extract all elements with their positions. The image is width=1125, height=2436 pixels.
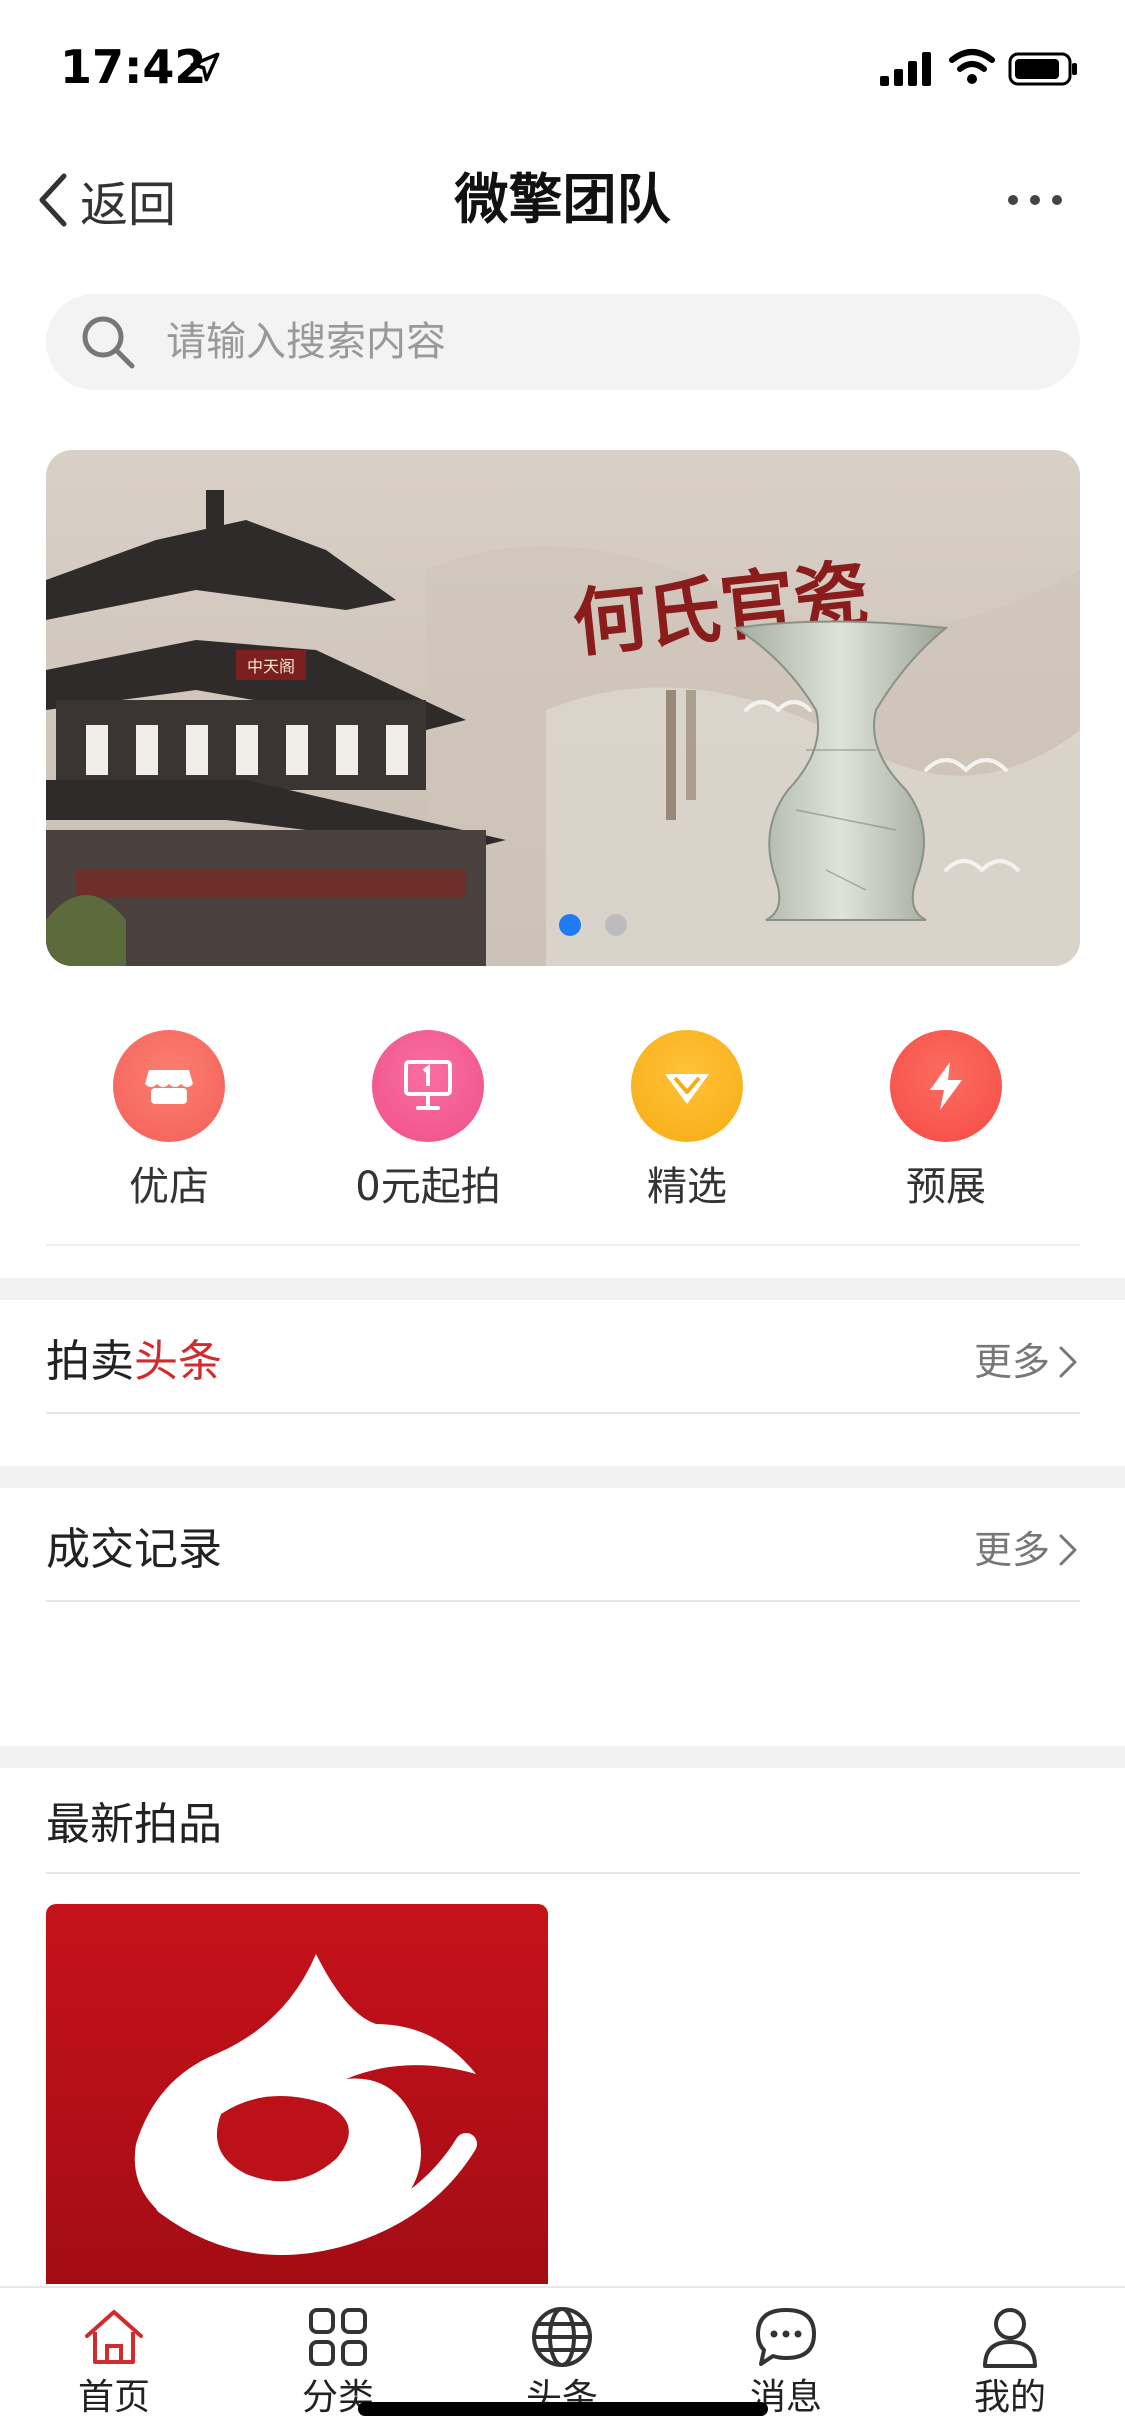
grid-icon xyxy=(309,2308,367,2366)
search-placeholder: 请输入搜索内容 xyxy=(166,319,446,365)
app-screen: 17:42 返回 微擎团队 请输入搜索内容 中天阁 何氏官瓷 优店 0元起拍 精… xyxy=(0,0,1125,2436)
tab-home[interactable]: 首页 xyxy=(34,2288,194,2436)
headlines-section-header: 拍卖头条 更多 xyxy=(46,1310,1080,1414)
quick-entry-label: 0元起拍 xyxy=(355,1164,501,1210)
more-options-icon[interactable] xyxy=(1005,187,1065,213)
home-indicator[interactable] xyxy=(358,2402,768,2416)
banner-image: 中天阁 何氏官瓷 xyxy=(46,450,1080,966)
carousel-indicator xyxy=(76,914,1080,936)
shop-icon xyxy=(113,1030,225,1142)
banner-carousel[interactable]: 中天阁 何氏官瓷 xyxy=(46,450,1080,966)
signal-icon xyxy=(880,52,931,86)
headlines-title: 拍卖头条 xyxy=(46,1310,222,1414)
plaque-text: 中天阁 xyxy=(247,657,295,676)
deals-title: 成交记录 xyxy=(46,1524,222,1575)
chat-icon xyxy=(756,2308,816,2366)
carousel-dot[interactable] xyxy=(605,914,627,936)
status-time: 17:42 xyxy=(60,40,207,94)
section-divider xyxy=(0,1466,1125,1488)
page-title: 微擎团队 xyxy=(454,168,671,231)
quick-entry-zero-start[interactable]: 0元起拍 xyxy=(318,1030,538,1212)
product-card[interactable] xyxy=(46,1904,548,2284)
headlines-more-link[interactable]: 更多 xyxy=(974,1310,1080,1414)
deals-section-header: 成交记录 更多 xyxy=(46,1498,1080,1602)
headlines-title-prefix: 拍卖 xyxy=(46,1336,134,1387)
globe-icon xyxy=(532,2307,592,2367)
more-label: 更多 xyxy=(973,1340,1050,1384)
home-icon xyxy=(85,2310,143,2364)
headlines-title-highlight: 头条 xyxy=(134,1336,222,1387)
quick-entry-label: 优店 xyxy=(129,1164,209,1210)
quick-entry-label: 预展 xyxy=(906,1164,986,1210)
user-icon xyxy=(983,2308,1037,2368)
quick-entry-grid: 优店 0元起拍 精选 预展 xyxy=(46,1030,1080,1246)
latest-section-header: 最新拍品 xyxy=(46,1776,1080,1874)
quick-entry-preview[interactable]: 预展 xyxy=(836,1030,1056,1212)
latest-title: 最新拍品 xyxy=(46,1799,222,1850)
section-divider xyxy=(0,1746,1125,1768)
wifi-icon xyxy=(949,49,995,84)
section-divider xyxy=(0,1278,1125,1300)
quick-entry-label: 精选 xyxy=(647,1164,727,1210)
nav-bar: 返回 微擎团队 xyxy=(0,135,1125,265)
dragon-logo-icon xyxy=(134,1954,477,2255)
location-arrow-icon xyxy=(190,52,220,82)
tab-label: 首页 xyxy=(77,2377,150,2418)
chevron-right-icon xyxy=(1059,1534,1077,1566)
chevron-right-icon xyxy=(1059,1346,1077,1378)
deals-more-link[interactable]: 更多 xyxy=(974,1498,1080,1602)
tab-profile[interactable]: 我的 xyxy=(930,2288,1090,2436)
diamond-icon xyxy=(631,1030,743,1142)
carousel-dot-active[interactable] xyxy=(559,914,581,936)
quick-entry-shop[interactable]: 优店 xyxy=(59,1030,279,1212)
status-bar: 17:42 xyxy=(0,0,1125,135)
battery-icon xyxy=(1008,52,1077,86)
search-icon xyxy=(82,316,135,369)
more-label: 更多 xyxy=(973,1528,1050,1572)
auction-sign-icon xyxy=(372,1030,484,1142)
lightning-icon xyxy=(890,1030,1002,1142)
tab-label: 我的 xyxy=(973,2377,1046,2418)
search-input[interactable]: 请输入搜索内容 xyxy=(46,294,1080,390)
quick-entry-featured[interactable]: 精选 xyxy=(577,1030,797,1212)
